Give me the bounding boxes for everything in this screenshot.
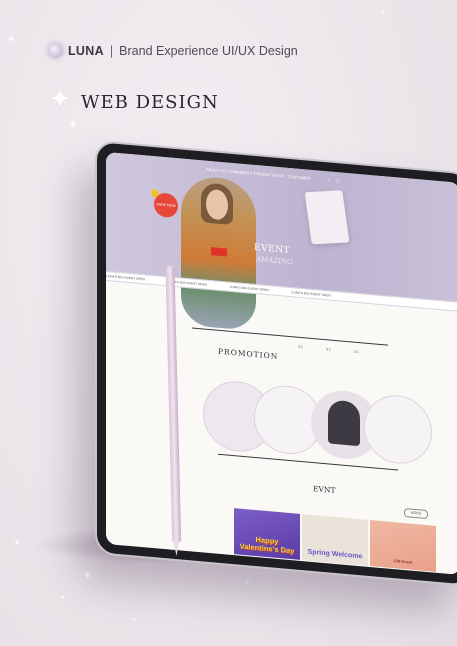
sparkle-icon: ✦	[60, 594, 66, 601]
promo-description-circle	[364, 392, 432, 467]
more-button[interactable]: MORE	[404, 508, 428, 520]
product-card-image	[304, 190, 350, 245]
moon-logo-icon	[48, 43, 63, 58]
model-portrait	[181, 174, 256, 332]
sparkle-icon: ✦	[8, 35, 15, 44]
section-title: WEB DESIGN	[81, 92, 219, 113]
hero-banner: ABOUT US COMMUNITY PRODUCT SHOP CUSTOMER…	[106, 151, 457, 332]
brand-name: LUNA	[68, 43, 104, 58]
event-card[interactable]: Gift Event	[370, 520, 436, 572]
sparkle-icon: ✦	[132, 617, 137, 623]
event-card[interactable]: Happy Valentine's Day	[234, 508, 300, 560]
model-top	[211, 247, 227, 257]
ticker-item: LUNA'S BIG EVENT OPEN	[229, 284, 269, 293]
event-ticker: LUNA'S BIG EVENT OPEN LUNA'S BIG EVENT O…	[106, 270, 457, 312]
promo-date: 3.1	[326, 347, 331, 352]
sparkle-icon: ✦	[83, 569, 93, 582]
promo-date: 3.1	[298, 344, 303, 350]
nav-item[interactable]: ABOUT US	[206, 167, 226, 174]
tablet-mockup: ABOUT US COMMUNITY PRODUCT SHOP CUSTOMER…	[95, 140, 457, 587]
brand-separator: |	[109, 43, 114, 58]
nav-item[interactable]: SHOP	[273, 173, 284, 179]
cart-icon[interactable]: ▢	[336, 178, 340, 183]
search-icon[interactable]: ⌕	[328, 177, 330, 182]
nav-item[interactable]: COMMUNITY	[228, 169, 253, 176]
sparkle-icon: ✦	[245, 579, 251, 586]
event-card-title: Spring Welcome	[307, 548, 363, 561]
promotion-title: PROMOTION	[218, 346, 279, 362]
stylus-tip	[173, 539, 180, 557]
four-point-star-icon	[48, 86, 72, 110]
hero-badge[interactable]: SHOP NOW	[154, 192, 178, 219]
sparkle-icon: ✦	[14, 539, 20, 547]
event-section-title: EVNT	[313, 484, 336, 496]
arch-doorway-image	[328, 399, 360, 447]
ticker-item: LUNA'S BIG EVENT OPEN	[106, 273, 145, 282]
promo-date: 3.1	[354, 349, 359, 355]
sparkle-icon: ✦	[380, 9, 386, 16]
sparkle-icon: ✦	[69, 120, 78, 131]
website-screen: ABOUT US COMMUNITY PRODUCT SHOP CUSTOMER…	[106, 151, 457, 575]
hero-event-subtitle: AMAZING	[256, 255, 293, 267]
event-card[interactable]: Spring Welcome	[302, 514, 368, 566]
ticker-item: LUNA'S BIG EVENT OPEN	[291, 290, 331, 298]
nav-item[interactable]: PRODUCT	[254, 171, 274, 178]
hero-event-title: EVENT	[254, 242, 291, 257]
brand-header: LUNA | Brand Experience UI/UX Design	[48, 43, 298, 58]
nav-item[interactable]: CUSTOMER	[288, 174, 311, 181]
event-card-title: Happy Valentine's Day	[239, 535, 295, 555]
brand-subtitle: Brand Experience UI/UX Design	[119, 43, 298, 58]
promotion-top-rule	[192, 327, 388, 346]
promotion-bottom-rule	[218, 453, 398, 471]
event-card-title: Gift Event	[393, 558, 413, 565]
